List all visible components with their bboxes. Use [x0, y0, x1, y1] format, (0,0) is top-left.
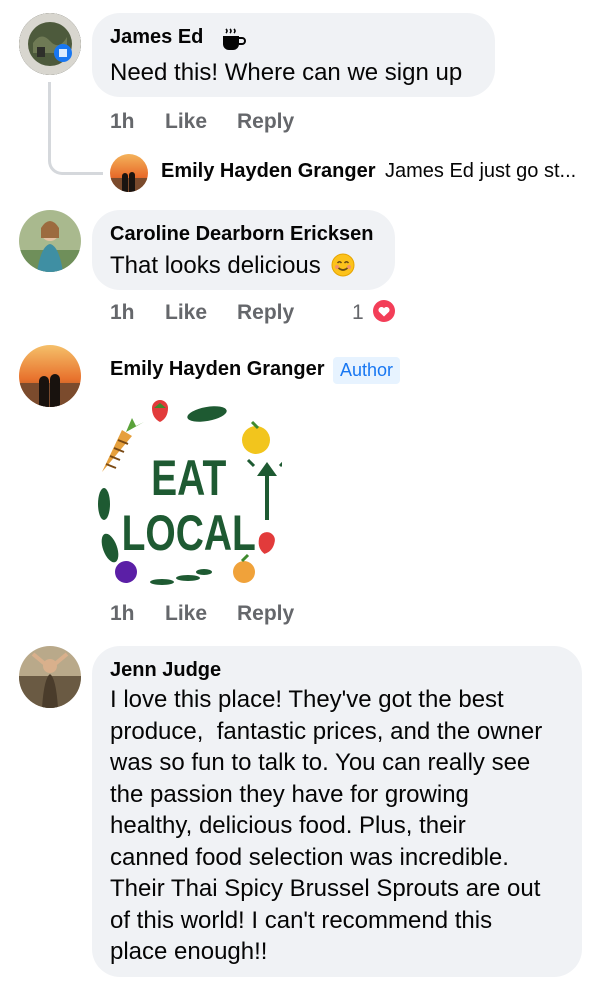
eat-local-image[interactable]: EAT LOCAL	[92, 400, 288, 590]
heart-reaction-icon[interactable]	[371, 298, 397, 324]
smiling-emoji-icon	[331, 253, 355, 277]
comment-timestamp[interactable]: 1h	[110, 602, 135, 626]
coffee-cup-icon	[218, 26, 248, 54]
comment-bubble-jenn-judge: Jenn Judge I love this place! They've go…	[92, 646, 582, 977]
comment-text-line: I love this place! They've got the best	[110, 686, 504, 713]
comment-timestamp[interactable]: 1h	[110, 301, 135, 325]
svg-text:EAT: EAT	[151, 449, 226, 506]
reply-button[interactable]: Reply	[237, 110, 294, 134]
like-button[interactable]: Like	[165, 110, 207, 134]
comment-text: That looks delicious	[110, 250, 355, 282]
avatar-jenn-image	[19, 646, 81, 708]
comment-text-line: healthy, delicious food. Plus, their	[110, 812, 466, 839]
avatar-emily-hayden-granger[interactable]	[19, 345, 81, 407]
reply-preview-author[interactable]: Emily Hayden Granger	[161, 160, 376, 183]
reaction-count[interactable]: 1	[352, 301, 364, 325]
comment-text-line: was so fun to talk to. You can really se…	[110, 749, 531, 776]
comment-text-content: That looks delicious	[110, 252, 321, 279]
comment-text: Need this! Where can we sign up	[110, 59, 463, 86]
like-button[interactable]: Like	[165, 301, 207, 325]
comment-timestamp[interactable]: 1h	[110, 110, 135, 134]
eat-text: EAT	[151, 449, 226, 506]
avatar-sunset-image	[110, 154, 148, 192]
svg-text:LOCAL: LOCAL	[122, 504, 256, 561]
comment-text-line: produce, fantastic prices, and the owner	[110, 717, 543, 745]
reply-button[interactable]: Reply	[237, 602, 294, 626]
comment-bubble-james-ed: James Ed Need this! Where can we sign up	[92, 13, 495, 97]
comment-text-line: the passion they have for growing	[110, 780, 469, 808]
avatar-caroline-image	[19, 210, 81, 272]
comment-text-line: of this world! I can't recommend this	[110, 906, 493, 934]
avatar-james-ed-image	[19, 13, 81, 75]
avatar-caroline-dearborn-ericksen[interactable]	[19, 210, 81, 272]
comment-author-name[interactable]: James Ed	[110, 26, 203, 49]
comment-text: I love this place! They've got the best …	[110, 684, 575, 968]
comment-author-name[interactable]: Caroline Dearborn Ericksen	[110, 223, 373, 246]
avatar-emily-hayden-granger-small[interactable]	[110, 154, 148, 192]
comment-author-name[interactable]: Emily Hayden Granger	[110, 358, 325, 381]
comment-author-name[interactable]: Jenn Judge	[110, 659, 221, 682]
avatar-sunset-image	[19, 345, 81, 407]
comment-bubble-caroline: Caroline Dearborn Ericksen That looks de…	[92, 210, 395, 290]
avatar-james-ed[interactable]	[19, 13, 81, 75]
reply-preview-text[interactable]: James Ed just go st...	[385, 160, 576, 183]
eat-local-graphic: EAT LOCAL	[98, 400, 288, 585]
comment-text-line: canned food selection was incredible.	[110, 843, 509, 871]
avatar-jenn-judge[interactable]	[19, 646, 81, 708]
reply-button[interactable]: Reply	[237, 301, 294, 325]
thread-connector	[48, 82, 103, 175]
author-badge: Author	[333, 357, 401, 384]
local-text: LOCAL	[122, 504, 256, 561]
like-button[interactable]: Like	[165, 602, 207, 626]
comment-text-line: Their Thai Spicy Brussel Sprouts are out	[110, 875, 541, 902]
comment-text-line: place enough!!	[110, 938, 268, 965]
